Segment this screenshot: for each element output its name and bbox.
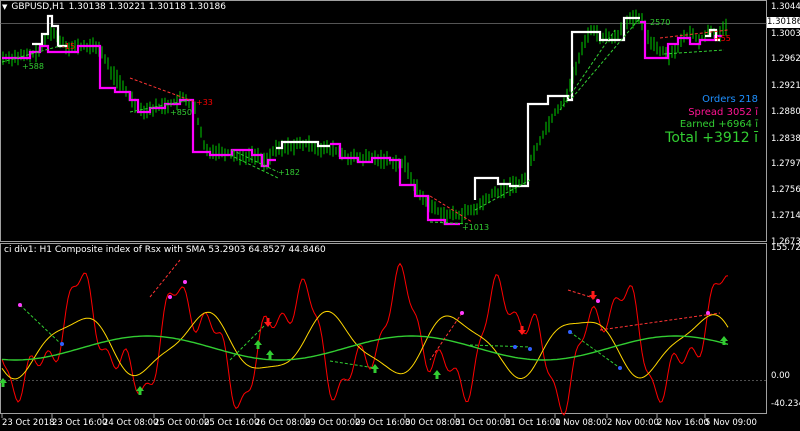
sell-arrow-icon <box>589 291 597 300</box>
trade-result-label: 2570 <box>650 18 671 27</box>
orders-stat: Orders 218 <box>702 94 758 105</box>
trough-dot <box>60 342 64 346</box>
chart-canvas[interactable] <box>0 0 800 431</box>
time-axis-label: 29 Oct 00:00 <box>305 418 361 428</box>
symbol-dropdown-icon[interactable]: ▼ <box>2 2 7 12</box>
time-axis-label: 24 Oct 08:00 <box>103 418 159 428</box>
trade-connector <box>663 49 725 55</box>
price-axis-label: 1.28388 <box>771 134 800 144</box>
trough-dot <box>528 347 532 351</box>
price-axis-label: 1.29213 <box>771 81 800 91</box>
divergence-line <box>19 304 61 344</box>
peak-dot <box>706 311 710 315</box>
divergence-line <box>149 259 181 298</box>
trade-result-label: +55 <box>714 34 731 43</box>
price-axis-label: 1.30444 <box>771 2 800 12</box>
trough-dot <box>513 345 517 349</box>
time-axis-label: 23 Oct 2018 <box>2 418 55 428</box>
price-axis-label: 1.30034 <box>771 29 800 39</box>
trough-dot <box>618 366 622 370</box>
indicator-axis-label: 0.00 <box>771 371 790 381</box>
current-price-tag: 1.30186 <box>767 17 800 28</box>
trade-result-label: +33 <box>196 98 213 107</box>
trade-connector <box>429 195 473 223</box>
trade-connector <box>229 154 279 179</box>
total-stat: Total +3912 ī <box>665 130 758 146</box>
price-axis-label: 1.27976 <box>771 159 800 169</box>
peak-dot <box>183 280 187 284</box>
indicator-axis-label: -40.2346 <box>771 399 800 409</box>
composite-index-line <box>1 262 729 416</box>
divergence-line <box>599 312 721 331</box>
price-axis-label: 1.27565 <box>771 185 800 195</box>
trade-result-label: +850 <box>170 108 192 117</box>
time-axis-label: 29 Oct 16:00 <box>355 418 411 428</box>
time-axis-label: 23 Oct 16:00 <box>52 418 108 428</box>
buy-arrow-icon <box>266 350 274 359</box>
indicator-title: ci div1: H1 Composite index of Rsx with … <box>4 245 326 255</box>
trough-dot <box>568 330 572 334</box>
price-axis-label: 1.29624 <box>771 54 800 64</box>
price-axis-label: 1.27144 <box>771 211 800 221</box>
peak-dot <box>168 295 172 299</box>
earned-stat: Earned +6964 ī <box>679 119 758 130</box>
symbol-name: GBPUSD,H1 <box>11 2 65 12</box>
signal-markers <box>0 280 728 395</box>
time-axis-label: 26 Oct 08:00 <box>255 418 311 428</box>
buy-arrow-icon <box>0 378 7 387</box>
spread-stat: Spread 3052 ī <box>688 107 758 118</box>
indicator-lines <box>1 259 729 416</box>
peak-dot <box>596 299 600 303</box>
price-axis-label: 1.28803 <box>771 107 800 117</box>
symbol-header[interactable]: ▼ GBPUSD,H1 1.30138 1.30221 1.30118 1.30… <box>2 2 226 12</box>
trade-result-label: -15 <box>62 42 76 51</box>
time-axis-label: 25 Oct 16:00 <box>204 418 260 428</box>
trade-connector <box>1 45 61 63</box>
candlestick-series <box>2 9 727 225</box>
peak-dot <box>460 311 464 315</box>
position-step-lines <box>2 14 722 226</box>
time-axis-label: 5 Nov 09:00 <box>705 418 757 428</box>
trade-connector-lines <box>1 17 729 225</box>
trade-result-label: +182 <box>278 168 300 177</box>
ohlc-values: 1.30138 1.30221 1.30118 1.30186 <box>68 2 227 12</box>
time-axis-label: 2 Nov 16:00 <box>657 418 709 428</box>
peak-dot <box>18 303 22 307</box>
main-chart-frame <box>0 0 767 242</box>
time-axis-label: 2 Nov 00:00 <box>607 418 659 428</box>
time-axis-label: 30 Oct 08:00 <box>405 418 461 428</box>
buy-arrow-icon <box>433 370 441 379</box>
time-axis-label: 31 Oct 00:00 <box>455 418 511 428</box>
trade-result-label: +588 <box>22 62 44 71</box>
time-axis-label: 1 Nov 08:00 <box>555 418 607 428</box>
time-axis-label: 31 Oct 16:00 <box>505 418 561 428</box>
time-axis-label: 25 Oct 00:00 <box>154 418 210 428</box>
trade-result-label: +1013 <box>462 223 490 232</box>
divergence-line <box>569 331 621 369</box>
indicator-axis-label: 155.7243 <box>771 243 800 253</box>
buy-arrow-icon <box>254 340 262 349</box>
